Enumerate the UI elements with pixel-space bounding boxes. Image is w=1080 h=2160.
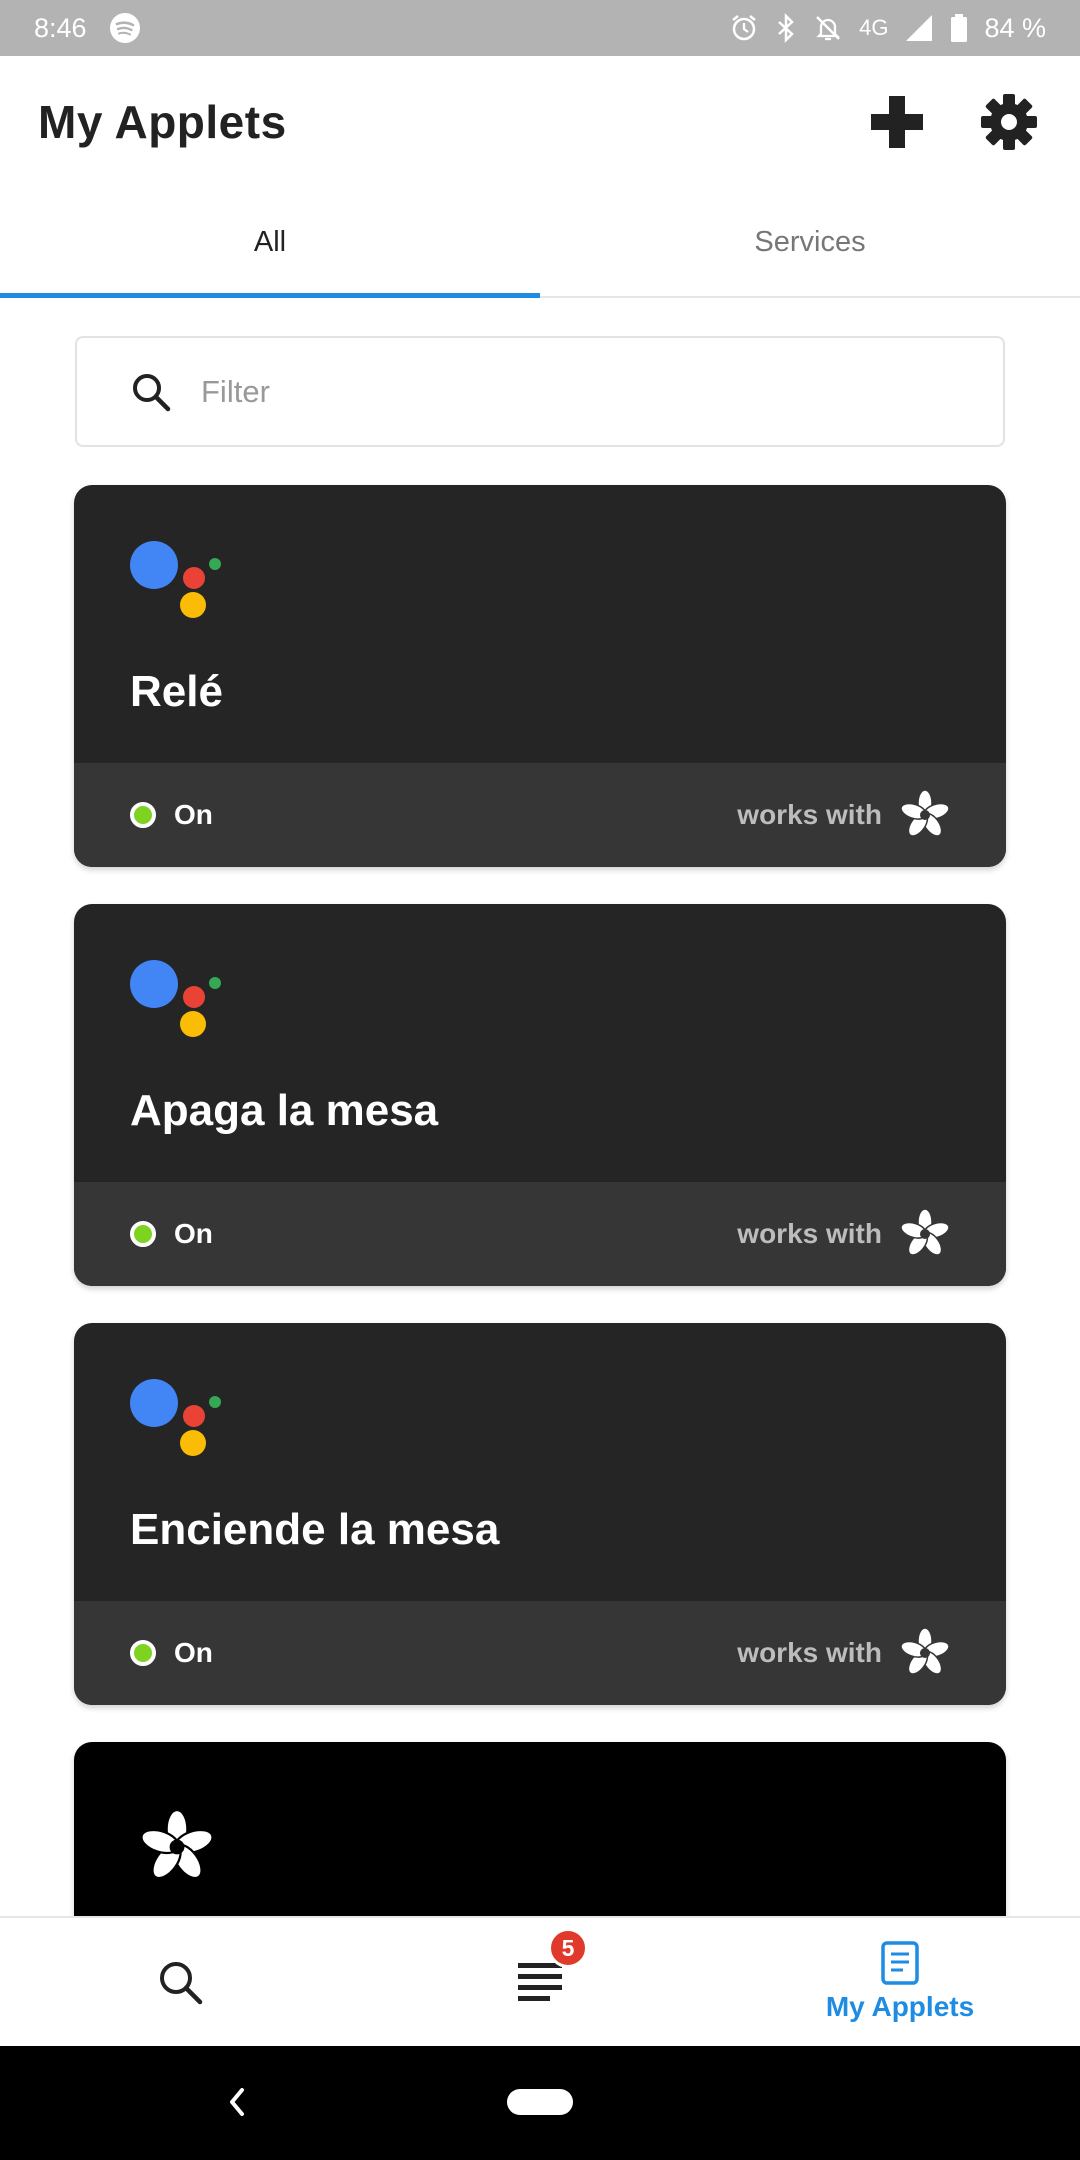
battery-level: 84 % [984,12,1046,43]
search-icon [133,373,171,411]
settings-button[interactable] [978,91,1040,153]
app-header: My Applets [0,56,1080,188]
page-title: My Applets [38,96,287,148]
tab-services-label: Services [754,225,866,258]
system-nav-bar [0,2046,1080,2160]
filter-input[interactable] [201,373,901,410]
google-assistant-icon [130,1379,221,1456]
applets-document-icon [881,1941,919,1985]
filter-box [75,336,1005,447]
battery-icon [950,13,968,43]
nav-search[interactable] [0,1918,360,2046]
status-on-indicator [130,1640,156,1666]
network-type: 4G [859,15,889,40]
applet-status: On [174,1637,213,1668]
home-pill-button[interactable] [507,2089,573,2115]
works-with-label: works with [737,1637,882,1668]
adafruit-flower-icon [900,1628,950,1675]
applet-card-rele[interactable]: Relé On works with [74,485,1006,867]
alarm-icon [729,13,759,43]
list-icon [518,1963,562,2001]
nav-my-applets-label: My Applets [825,1991,975,2022]
plus-icon [871,96,923,148]
applet-title: Relé [130,667,223,716]
nav-my-applets[interactable]: My Applets [720,1918,1080,2046]
applet-status: On [174,1218,213,1249]
applet-card-enciende-la-mesa[interactable]: Enciende la mesa On works with [74,1323,1006,1705]
notification-badge: 5 [548,1928,588,1968]
spotify-icon [109,12,141,44]
status-on-indicator [130,802,156,828]
status-on-indicator [130,1221,156,1247]
mute-bell-icon [813,13,843,43]
bottom-nav: 5 My Applets [0,1916,1080,2046]
status-bar: 8:46 4G 84 % [0,0,1080,56]
adafruit-flower-icon [900,1209,950,1256]
applet-card-apaga-la-mesa[interactable]: Apaga la mesa On works with [74,904,1006,1286]
add-applet-button[interactable] [866,91,928,153]
adafruit-flower-icon [140,1810,214,1880]
nav-activity[interactable]: 5 [360,1918,720,2046]
gear-icon [981,94,1037,150]
tab-bar: All Services [0,188,1080,298]
back-chevron-icon[interactable] [216,2080,256,2124]
google-assistant-icon [130,960,221,1037]
google-assistant-icon [130,541,221,618]
tab-all-label: All [253,225,287,258]
applet-status: On [174,799,213,830]
tab-all[interactable]: All [0,188,540,298]
bluetooth-icon [775,13,797,43]
adafruit-flower-icon [900,790,950,837]
search-icon [160,1962,203,2005]
applet-title: Apaga la mesa [130,1086,439,1135]
applet-title: Enciende la mesa [130,1505,500,1554]
works-with-label: works with [737,799,882,830]
tab-services[interactable]: Services [540,188,1080,296]
works-with-label: works with [737,1218,882,1249]
status-time: 8:46 [34,12,87,43]
signal-icon [904,14,934,42]
